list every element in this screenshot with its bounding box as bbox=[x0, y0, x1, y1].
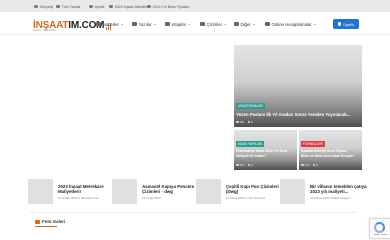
chevron-down-icon bbox=[120, 23, 123, 25]
login-button-label: Üyelik bbox=[343, 21, 355, 27]
topbar-link-label: 2024 İnşaat Mahalleri bbox=[114, 4, 149, 9]
nav-item-books[interactable]: Kitaplar bbox=[165, 19, 191, 29]
chevron-down-icon bbox=[313, 23, 316, 25]
post-title-line2[interactable]: Maliyeti Ne Kadar? bbox=[236, 154, 266, 158]
recaptcha-icon bbox=[374, 222, 385, 233]
category-badge[interactable]: KAMU YAPILARI bbox=[236, 141, 265, 147]
nav-item-label: Yazılar bbox=[138, 21, 152, 27]
list-item[interactable]: Asmasöl Kapıya Pencere Çizimleri - dwg 1… bbox=[112, 179, 194, 209]
menu-icon bbox=[234, 21, 239, 27]
nav-item-online-calculations[interactable]: Online Hesaplamalar bbox=[265, 19, 316, 29]
view-count: 161 bbox=[239, 120, 245, 124]
post-thumbnail[interactable] bbox=[280, 179, 305, 204]
featured-post-small-right[interactable]: FORMÜLLER İnşaatta Hafriyat Ücret Toplam… bbox=[299, 130, 362, 170]
post-meta: 312 0 bbox=[301, 163, 318, 167]
comment-icon bbox=[247, 163, 251, 167]
comment-icon bbox=[312, 163, 316, 167]
post-meta: 10 Mayıs 2023 Villalar Saygım bbox=[310, 196, 351, 200]
document-icon bbox=[147, 4, 151, 9]
section-heading: Foto Galeri bbox=[35, 219, 65, 224]
post-meta: 16 Ocak 2023 bbox=[142, 196, 161, 200]
tag-icon bbox=[56, 4, 60, 9]
topbar-link-unit-prices[interactable]: 2024 Yılı Birim Fiyatları bbox=[147, 3, 190, 10]
view-count: 623 bbox=[239, 163, 245, 167]
post-title-line2[interactable]: (Dwg) bbox=[226, 189, 238, 194]
calendar-icon bbox=[109, 4, 113, 9]
topbar-link-label: 2024 Yılı Birim Fiyatları bbox=[152, 4, 190, 9]
comment-count: 0 bbox=[251, 163, 253, 167]
eye-icon bbox=[301, 163, 304, 167]
photo-gallery-section: Foto Galeri bbox=[30, 212, 357, 240]
post-title-line2[interactable]: 2023 yılı maliyeti... bbox=[310, 189, 348, 194]
topbar-link-construction-2024[interactable]: 2024 İnşaat Mahalleri bbox=[109, 3, 149, 10]
logo-tagline: İnşaat ve Yapı Portalı bbox=[33, 29, 56, 32]
comment-count: 0 bbox=[251, 120, 253, 124]
nav-item-label: Online Hesaplamalar bbox=[271, 21, 312, 27]
home-icon bbox=[34, 4, 38, 9]
post-title-line2[interactable]: Maliyetleri! bbox=[58, 189, 81, 194]
post-thumbnail[interactable] bbox=[196, 179, 221, 204]
recaptcha-label[interactable]: Gizlilik - Şartlar bbox=[371, 234, 390, 236]
nav-item-label: Kitaplar bbox=[171, 21, 187, 27]
post-meta: 623 0 bbox=[236, 163, 253, 167]
comment-count: 0 bbox=[316, 163, 318, 167]
file-icon bbox=[200, 21, 205, 27]
featured-post-small-left[interactable]: KAMU YAPILARI Fenerbahçe Stadı 2022 Yılı… bbox=[234, 130, 297, 170]
list-item[interactable]: 2023 İnşaat Metrekare Maliyetleri! 13 Şu… bbox=[28, 179, 108, 209]
post-meta: 161 0 bbox=[236, 120, 253, 124]
user-icon bbox=[337, 22, 342, 26]
site-header: İNŞAAT IM.COM İnşaat ve Yapı Portalı bbox=[0, 12, 390, 35]
section-underline bbox=[35, 226, 57, 227]
list-item[interactable]: Bir villanın temelden çatıya 2023 yılı m… bbox=[280, 179, 367, 209]
topbar-link-label: Tüm Yazılar bbox=[61, 4, 81, 9]
chevron-down-icon bbox=[224, 23, 227, 25]
topbar-link-label: Künyeliş bbox=[39, 4, 54, 9]
post-title-line2[interactable]: Çizimleri - dwg bbox=[142, 189, 173, 194]
topbar-link-label: Üyelik bbox=[94, 4, 105, 9]
view-count: 312 bbox=[304, 163, 310, 167]
post-meta: 10 Ocak 2023 2.154 Okunma bbox=[226, 196, 266, 200]
nav-item-label: Diğer bbox=[240, 21, 251, 27]
topbar-link-kunye[interactable]: Künyeliş bbox=[34, 3, 53, 10]
nav-item-label: Haberler bbox=[102, 21, 119, 27]
nav-item-other[interactable]: Diğer bbox=[234, 19, 255, 29]
chevron-down-icon bbox=[153, 23, 156, 25]
user-icon bbox=[89, 4, 93, 9]
list-item[interactable]: Çeşitli Kapı Pan Çizimleri (Dwg) 10 Ocak… bbox=[196, 179, 279, 209]
topbar-link-all-posts[interactable]: Tüm Yazılar bbox=[56, 3, 81, 10]
section-title: Foto Galeri bbox=[42, 219, 66, 224]
post-thumbnail[interactable] bbox=[112, 179, 137, 204]
post-title-line1[interactable]: Fenerbahçe Stadı 2022 Yılı Riva bbox=[236, 149, 287, 153]
eye-icon bbox=[236, 163, 239, 167]
list-icon bbox=[96, 21, 101, 27]
featured-post-large[interactable]: ARAŞTIRMALAR Yüzen Pastanı İlk Yıl Arada… bbox=[234, 45, 362, 127]
category-badge[interactable]: ARAŞTIRMALAR bbox=[236, 103, 265, 109]
nav-item-label: Çizimler bbox=[206, 21, 223, 27]
post-title[interactable]: Yüzen Pastanı İlk Yıl Aradan Sonra Yenid… bbox=[236, 112, 350, 117]
login-button[interactable]: Üyelik bbox=[333, 19, 359, 29]
chevron-down-icon bbox=[252, 23, 255, 25]
topbar-link-membership[interactable]: Üyelik bbox=[89, 3, 104, 10]
eye-icon bbox=[236, 120, 239, 124]
post-thumbnail[interactable] bbox=[28, 179, 53, 204]
nav-item-drawings[interactable]: Çizimler bbox=[200, 19, 227, 29]
nav-item-articles[interactable]: Yazılar bbox=[132, 19, 156, 29]
recaptcha-badge[interactable]: Gizlilik - Şartlar bbox=[369, 218, 390, 239]
pen-icon bbox=[132, 21, 137, 27]
nav-item-news[interactable]: Haberler bbox=[96, 19, 123, 29]
post-title-line1[interactable]: İnşaatta Hafriyat Ücret Toplam bbox=[301, 149, 347, 153]
post-title-line2[interactable]: Birim ve Birim Ücret Nasıl Hesaplı? bbox=[301, 154, 354, 158]
calculator-icon bbox=[265, 21, 270, 27]
post-meta: 13 Şubat 2023 1.356 Okunma bbox=[58, 196, 99, 200]
chevron-down-icon bbox=[188, 23, 191, 25]
comment-icon bbox=[247, 120, 251, 124]
camera-icon bbox=[35, 219, 40, 224]
book-icon bbox=[165, 21, 170, 27]
hero-slider-area bbox=[31, 45, 229, 170]
top-bar: Künyeliş Tüm Yazılar Üyelik 2024 İnşaat … bbox=[0, 0, 390, 12]
category-badge[interactable]: FORMÜLLER bbox=[301, 141, 325, 147]
